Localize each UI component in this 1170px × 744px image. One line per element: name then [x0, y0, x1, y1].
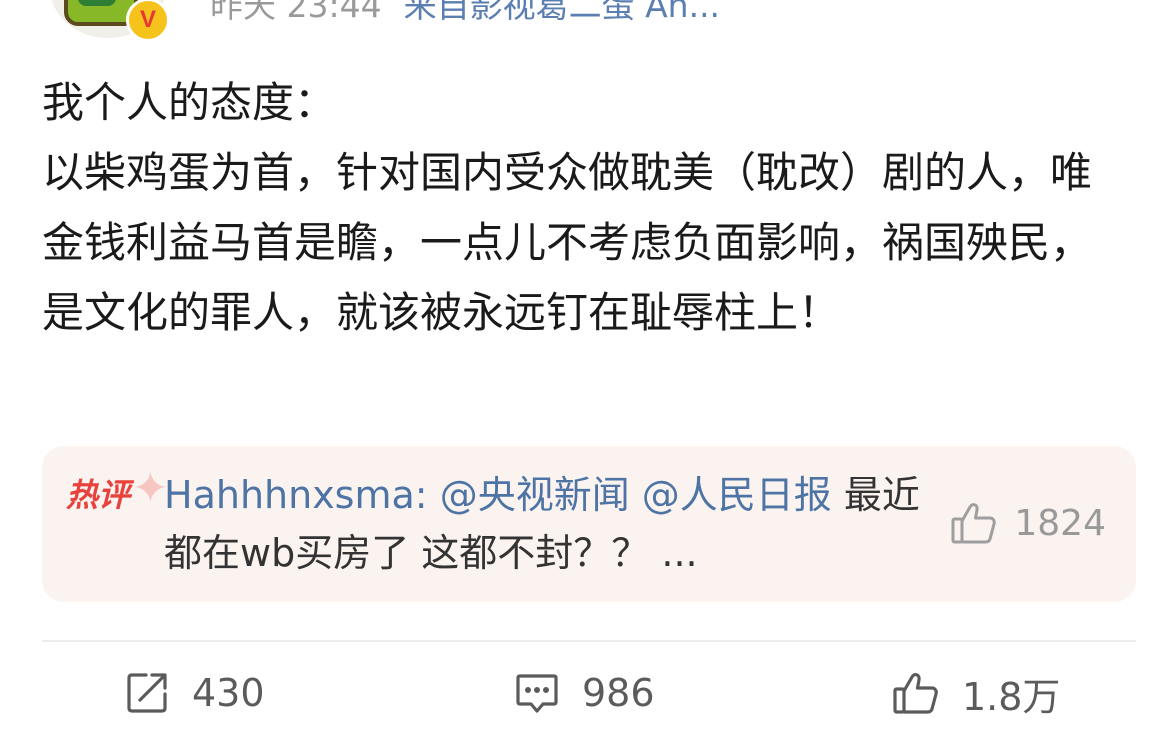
post-action-bar: 430 986 1.8万 [0, 668, 1170, 719]
verified-badge-icon: V [126, 0, 170, 42]
hot-comment-card[interactable]: ✦ 热评 Hahhhnxsma: @央视新闻 @人民日报 最近都在wb买房了 这… [42, 446, 1136, 602]
post-header: V 昨天 23:44 来自影视葛二蛋 An... [0, 0, 1170, 42]
hot-comment-body: Hahhhnxsma: @央视新闻 @人民日报 最近都在wb买房了 这都不封？？… [164, 466, 934, 582]
thumbs-up-icon [893, 673, 938, 714]
comment-count: 986 [582, 671, 655, 715]
thumbs-up-icon [951, 503, 997, 544]
hot-comment-like-count: 1824 [1014, 502, 1106, 544]
hot-comment-tag-label: 热评 [66, 476, 131, 514]
comment-bubble-icon [516, 674, 558, 713]
action-divider [42, 640, 1136, 642]
post-meta: 昨天 23:44 来自影视葛二蛋 An... [210, 0, 720, 26]
hot-comment-username[interactable]: Hahhhnxsma: [164, 473, 428, 517]
post-body-text: 我个人的态度： 以柴鸡蛋为首，针对国内受众做耽美（耽改）剧的人，唯金钱利益马首是… [42, 78, 1093, 337]
hot-comment-tag: ✦ 热评 [66, 464, 169, 520]
like-button[interactable]: 1.8万 [892, 668, 1061, 719]
hot-comment-mentions[interactable]: @央视新闻 @人民日报 [440, 473, 832, 517]
share-arrow-icon [127, 673, 167, 713]
like-count: 1.8万 [962, 674, 1061, 719]
repost-count: 430 [192, 671, 265, 715]
post-source-link[interactable]: 来自影视葛二蛋 An... [404, 0, 720, 25]
comment-button[interactable]: 986 [514, 668, 655, 718]
post-time: 昨天 23:44 [210, 0, 382, 25]
repost-button[interactable]: 430 [124, 668, 265, 718]
hot-comment-like-button[interactable]: 1824 [950, 498, 1106, 548]
